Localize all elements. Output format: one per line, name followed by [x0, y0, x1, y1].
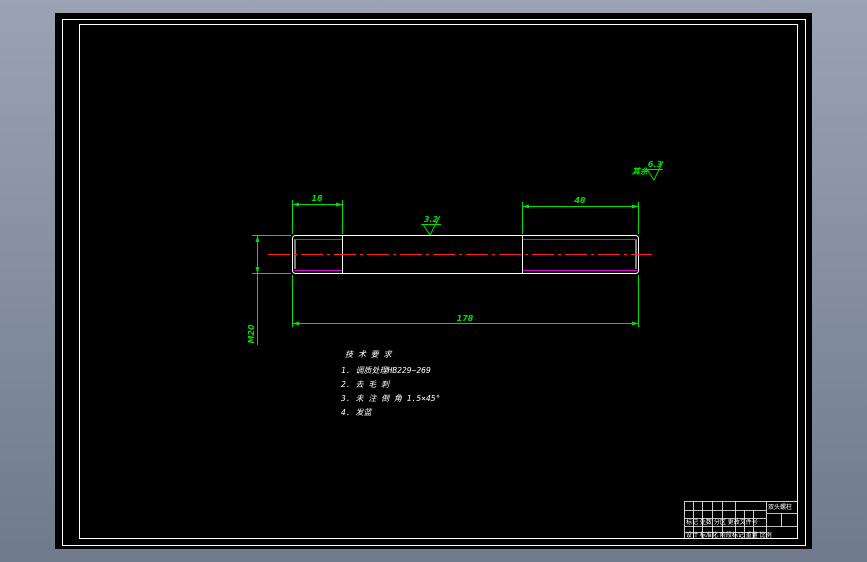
dim-right-thread[interactable]: 48 [522, 196, 639, 234]
dim-left-thread[interactable]: 18 [292, 194, 343, 234]
title-block-part-name: 双头螺柱 [768, 503, 792, 511]
title-block-row1: 标记 处数 分区 更改文件号 [686, 518, 758, 526]
roughness-corner[interactable]: 其余 6.3 [632, 160, 664, 182]
roughness-center-label: 3.2 [424, 215, 439, 224]
dim-total-length-label: 178 [457, 314, 474, 323]
dim-left-thread-label: 18 [311, 194, 323, 203]
inner-frame [79, 24, 798, 539]
roughness-corner-label: 6.3 [648, 160, 663, 169]
dim-right-thread-label: 48 [573, 196, 586, 205]
note-item-2: 2. 去 毛 刺 [341, 380, 390, 389]
note-item-4: 4. 发蓝 [341, 408, 372, 417]
notes-title: 技 术 要 求 [345, 350, 392, 359]
cad-drawing: 18 48 178 M20 3.2 其余 6.3 双头螺柱 标记 处数 分区 更… [62, 19, 806, 546]
note-item-3: 3. 未 注 倒 角 1.5×45° [341, 394, 441, 403]
dim-diameter[interactable]: M20 [247, 235, 291, 346]
dim-diameter-label: M20 [247, 324, 256, 344]
dim-total-length[interactable]: 178 [292, 275, 639, 327]
outer-frame [62, 19, 806, 546]
stud-part[interactable] [268, 235, 652, 274]
note-item-1: 1. 调质处理HB229~269 [341, 366, 431, 375]
roughness-center[interactable]: 3.2 [421, 215, 441, 236]
title-block-row2: 设计 标准化 阶段标记 重量 比例 [686, 531, 772, 539]
